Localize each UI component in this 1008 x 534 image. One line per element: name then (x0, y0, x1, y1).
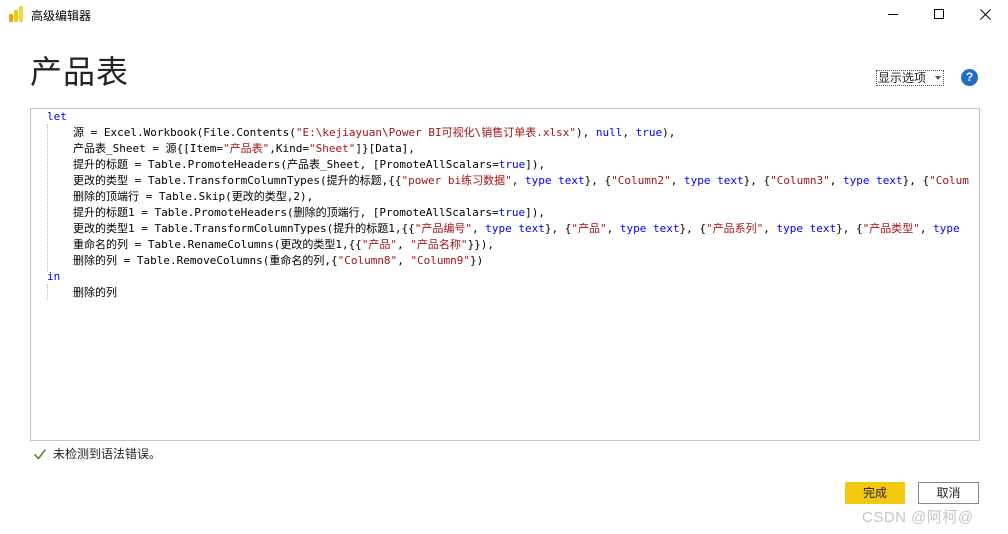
code-string: "产品" (571, 222, 607, 235)
code-text: ), (575, 126, 596, 139)
code-text: , (397, 238, 411, 251)
minimize-button[interactable] (870, 0, 916, 28)
maximize-icon (934, 9, 944, 19)
code-keyword: type text (619, 222, 680, 235)
code-text: }}), (467, 238, 495, 251)
code-text: 更改的类型1 = Table.TransformColumnTypes(提升的标… (73, 222, 415, 235)
code-text: , (472, 222, 486, 235)
code-string: "产品" (361, 238, 398, 251)
checkmark-icon (33, 448, 47, 460)
code-text: 产品表_Sheet = 源{[Item= (73, 142, 223, 155)
display-options-label: 显示选项 (878, 71, 927, 85)
help-icon[interactable]: ? (961, 69, 978, 86)
code-keyword: type text (684, 174, 744, 187)
code-string: "Colum (929, 174, 969, 187)
code-text: 更改的类型 = Table.TransformColumnTypes(提升的标题… (73, 174, 402, 187)
code-line[interactable]: 提升的标题 = Table.PromoteHeaders(产品表_Sheet, … (47, 157, 977, 173)
code-line[interactable]: 更改的类型1 = Table.TransformColumnTypes(提升的标… (47, 221, 977, 237)
page-title: 产品表 (30, 54, 130, 90)
code-string: "power bi练习数据" (401, 174, 512, 187)
code-string: "产品系列" (706, 222, 764, 235)
code-text: , (670, 174, 684, 187)
code-text: }, { (544, 222, 572, 235)
code-keyword: type text (842, 174, 903, 187)
code-keyword: type text (525, 174, 585, 187)
watermark: CSDN @阿柯@ (862, 509, 974, 526)
code-line[interactable]: in (47, 269, 977, 285)
code-string: "Sheet" (308, 142, 356, 155)
code-text: ), (662, 126, 676, 139)
code-keyword: null (595, 126, 623, 139)
code-text: ]), (525, 158, 546, 171)
code-keyword: type text (776, 222, 837, 235)
code-string: "E:\kejiayuan\Power BI可视化\销售订单表.xlsx" (295, 126, 576, 139)
code-area[interactable]: let 源 = Excel.Workbook(File.Contents("E:\… (47, 109, 977, 301)
code-text: }, { (902, 174, 930, 187)
code-line[interactable]: 删除的列 (47, 285, 977, 301)
code-text: , (829, 174, 843, 187)
power-bi-logo-icon (9, 6, 23, 22)
code-text: ]}[Data], (355, 142, 415, 155)
code-text: , (622, 126, 636, 139)
code-string: "产品表" (222, 142, 270, 155)
code-text: 删除的列 (73, 286, 117, 299)
code-text: , (511, 174, 526, 187)
code-string: "Column8" (337, 254, 398, 267)
code-text: }, { (679, 222, 707, 235)
code-keyword: true (498, 158, 526, 171)
code-keyword: in (47, 270, 61, 283)
code-line[interactable]: 更改的类型 = Table.TransformColumnTypes(提升的标题… (47, 173, 977, 189)
maximize-button[interactable] (916, 0, 962, 28)
code-string: "产品类型" (862, 222, 920, 235)
code-string: "Column3" (770, 174, 830, 187)
minimize-icon (888, 13, 898, 15)
status-text: 未检测到语法错误。 (53, 447, 162, 461)
code-string: "产品编号" (414, 222, 473, 235)
code-line[interactable]: let (47, 109, 977, 125)
code-keyword: true (635, 126, 663, 139)
code-text: 删除的顶端行 = Table.Skip(更改的类型,2), (73, 190, 314, 203)
code-string: "Column9" (410, 254, 471, 267)
done-button[interactable]: 完成 (845, 482, 905, 504)
code-text: 提升的标题1 = Table.PromoteHeaders(删除的顶端行, [P… (73, 206, 499, 219)
code-text: }) (470, 254, 484, 267)
indent-guide (47, 124, 48, 272)
code-line[interactable]: 源 = Excel.Workbook(File.Contents("E:\kej… (47, 125, 977, 141)
code-string: "Column2" (611, 174, 671, 187)
vertical-scrollbar[interactable] (979, 109, 980, 440)
code-line[interactable]: 产品表_Sheet = 源{[Item="产品表",Kind="Sheet"]}… (47, 141, 977, 157)
code-line[interactable]: 删除的列 = Table.RemoveColumns(重命名的列,{"Colum… (47, 253, 977, 269)
code-line[interactable]: 重命名的列 = Table.RenameColumns(更改的类型1,{{"产品… (47, 237, 977, 253)
code-text: 删除的列 = Table.RemoveColumns(重命名的列,{ (73, 254, 338, 267)
window-title: 高级编辑器 (31, 9, 92, 23)
code-text: }, { (584, 174, 612, 187)
syntax-status: 未检测到语法错误。 (33, 445, 161, 462)
code-editor[interactable]: let 源 = Excel.Workbook(File.Contents("E:\… (30, 108, 980, 441)
code-text: , (919, 222, 934, 235)
code-text: ,Kind= (269, 142, 309, 155)
close-button[interactable] (962, 0, 1008, 28)
code-string: "产品名称" (410, 238, 468, 251)
close-icon (979, 8, 991, 20)
code-line[interactable]: 提升的标题1 = Table.PromoteHeaders(删除的顶端行, [P… (47, 205, 977, 221)
code-text: , (763, 222, 777, 235)
code-text: }, { (836, 222, 863, 235)
code-keyword: type text (485, 222, 545, 235)
cancel-button[interactable]: 取消 (918, 482, 979, 504)
code-keyword: true (498, 206, 526, 219)
code-text: , (397, 254, 411, 267)
code-keyword: type (933, 222, 960, 235)
code-text: 提升的标题 = Table.PromoteHeaders(产品表_Sheet, … (73, 158, 499, 171)
code-text: 重命名的列 = Table.RenameColumns(更改的类型1,{{ (73, 238, 362, 251)
code-keyword: let (47, 110, 67, 123)
code-text: 源 = Excel.Workbook(File.Contents( (73, 126, 296, 139)
indent-guide (47, 284, 48, 300)
code-line[interactable]: 删除的顶端行 = Table.Skip(更改的类型,2), (47, 189, 977, 205)
display-options-dropdown[interactable]: 显示选项 (876, 70, 944, 86)
code-text: ]), (525, 206, 546, 219)
code-text: , (606, 222, 620, 235)
code-text: }, { (743, 174, 771, 187)
title-bar: 高级编辑器 (0, 0, 1008, 28)
chevron-down-icon (935, 76, 941, 80)
